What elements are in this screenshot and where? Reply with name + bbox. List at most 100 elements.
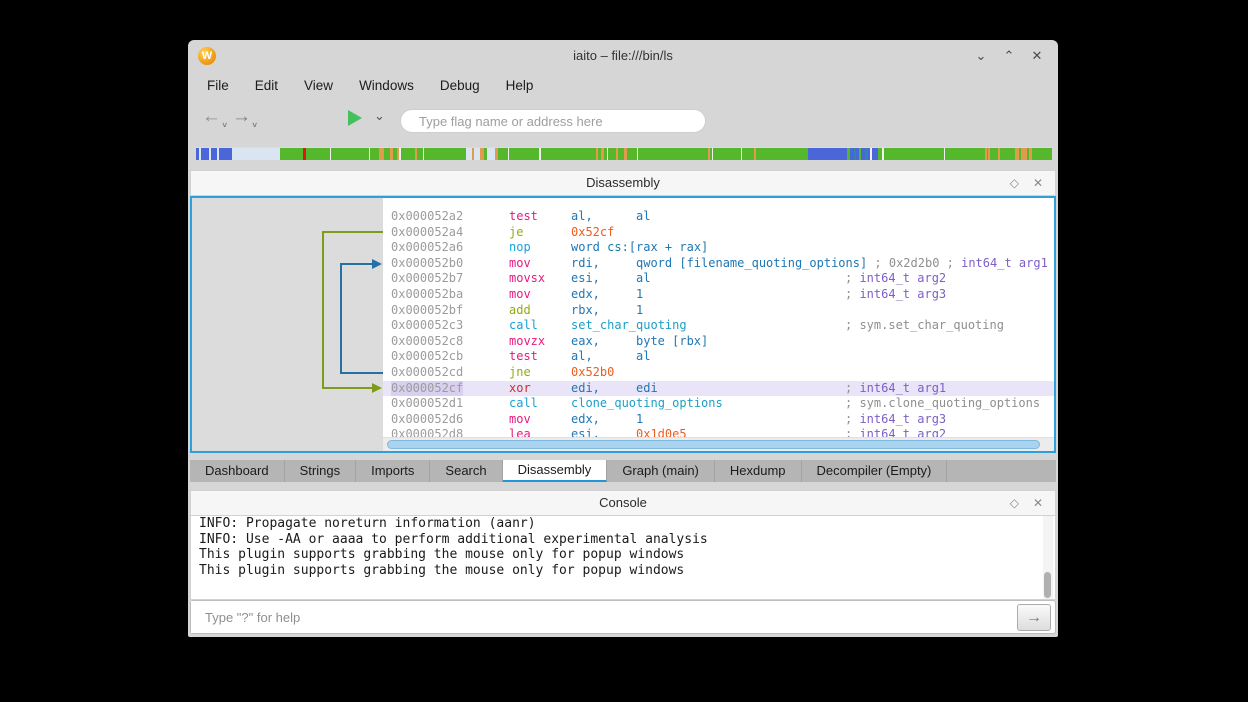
back-dropdown-icon: ˅ xyxy=(222,121,227,130)
asm-row[interactable]: 0x000052b0movrdi,qword [filename_quoting… xyxy=(383,256,1054,272)
send-command-button[interactable]: → xyxy=(1017,604,1051,631)
asm-row[interactable]: 0x000052c3callset_char_quoting; sym.set_… xyxy=(383,318,1054,334)
tab-hexdump[interactable]: Hexdump xyxy=(715,460,802,482)
asm-mnemonic: jne xyxy=(509,365,531,381)
disassembly-panel-header[interactable]: Disassembly ◇ ✕ xyxy=(190,170,1056,196)
scrollbar-thumb[interactable] xyxy=(1044,572,1051,598)
memory-map-segment xyxy=(280,148,303,160)
menu-item-view[interactable]: View xyxy=(291,72,346,100)
jump-arrow-graphic xyxy=(192,198,383,451)
maximize-button[interactable]: ⌃ xyxy=(1000,47,1018,65)
console-output[interactable]: INFO: Propagate noreturn information (aa… xyxy=(190,516,1056,600)
asm-row[interactable]: 0x000052bamovedx,1; int64_t arg3 xyxy=(383,287,1054,303)
asm-row[interactable]: 0x000052d1callclone_quoting_options; sym… xyxy=(383,396,1054,412)
scrollbar-thumb[interactable] xyxy=(387,440,1040,449)
forward-arrow-icon: → xyxy=(232,106,251,127)
float-panel-icon[interactable]: ◇ xyxy=(1010,176,1019,190)
menu-item-edit[interactable]: Edit xyxy=(242,72,291,100)
asm-row[interactable]: 0x000052a2testal,al xyxy=(383,209,1054,225)
console-command-input[interactable] xyxy=(191,601,1011,633)
asm-operand-2: al xyxy=(636,209,650,225)
asm-operand-2: 1 xyxy=(636,303,643,319)
close-panel-icon[interactable]: ✕ xyxy=(1033,176,1043,190)
asm-row[interactable]: 0x000052b7movsxesi,al; int64_t arg2 xyxy=(383,271,1054,287)
tab-search[interactable]: Search xyxy=(430,460,502,482)
debug-run-button[interactable] xyxy=(348,110,362,126)
memory-map-segment xyxy=(219,148,232,160)
asm-operand-2: edi xyxy=(636,381,658,397)
memory-map-segment xyxy=(808,148,847,160)
memory-map-segment xyxy=(232,148,280,160)
close-panel-icon[interactable]: ✕ xyxy=(1033,496,1043,510)
asm-comment: ; sym.set_char_quoting xyxy=(845,318,1004,334)
asm-address: 0x000052a2 xyxy=(391,209,463,225)
memory-map-segment xyxy=(945,148,985,160)
tab-disassembly[interactable]: Disassembly xyxy=(503,460,608,482)
jump-arrow-pane xyxy=(192,198,383,451)
asm-mnemonic: je xyxy=(509,225,523,241)
memory-map-segment xyxy=(201,148,209,160)
disassembly-listing[interactable]: 0x000052a2testal,al0x000052a4je0x52cf0x0… xyxy=(383,198,1054,451)
app-window: W iaito – file:///bin/ls ⌄ ⌃ ✕ File Edit… xyxy=(188,40,1058,637)
asm-row[interactable]: 0x000052cd jne 0x52b0 xyxy=(383,365,1054,381)
asm-operand-2: qword [filename_quoting_options] ; 0x2d2… xyxy=(636,256,1048,272)
horizontal-scrollbar[interactable] xyxy=(383,437,1054,451)
tab-dashboard[interactable]: Dashboard xyxy=(190,460,285,482)
asm-row[interactable]: 0x000052d6movedx,1; int64_t arg3 xyxy=(383,412,1054,428)
asm-row[interactable]: 0x000052d8leaesi,0x1d0e5; int64_t arg2 xyxy=(383,427,1054,437)
menu-item-file[interactable]: File xyxy=(194,72,242,100)
titlebar[interactable]: W iaito – file:///bin/ls ⌄ ⌃ ✕ xyxy=(188,40,1058,72)
asm-operand-1: set_char_quoting xyxy=(571,318,687,334)
minimize-button[interactable]: ⌄ xyxy=(972,47,990,65)
forward-button[interactable]: → ˅ xyxy=(232,106,251,128)
asm-operand-1: eax, xyxy=(571,334,600,350)
memory-map-segment xyxy=(487,148,495,160)
run-dropdown-chevron-icon[interactable]: ⌄ xyxy=(374,108,385,124)
asm-mnemonic: mov xyxy=(509,256,531,272)
asm-row[interactable]: 0x000052c8movzxeax,byte [rbx] xyxy=(383,334,1054,350)
asm-address: 0x000052d8 xyxy=(391,427,463,437)
console-line: INFO: Propagate noreturn information (aa… xyxy=(191,516,1055,532)
memory-map-segment xyxy=(541,148,596,160)
memory-map-segment xyxy=(1032,148,1052,160)
menu-item-debug[interactable]: Debug xyxy=(427,72,493,100)
asm-operand-1: esi, xyxy=(571,427,600,437)
console-panel-header[interactable]: Console ◇ ✕ xyxy=(190,490,1056,516)
tab-decompiler[interactable]: Decompiler (Empty) xyxy=(802,460,948,482)
float-panel-icon[interactable]: ◇ xyxy=(1010,496,1019,510)
memory-map-segment xyxy=(331,148,369,160)
memory-map-segment xyxy=(990,148,998,160)
asm-address: 0x000052cd xyxy=(391,365,463,381)
asm-operand-1: rbx, xyxy=(571,303,600,319)
asm-mnemonic: mov xyxy=(509,287,531,303)
asm-mnemonic: call xyxy=(509,396,538,412)
asm-operand-2: al xyxy=(636,349,650,365)
asm-operand-1: edx, xyxy=(571,287,600,303)
memory-map-segment xyxy=(1000,148,1015,160)
asm-address: 0x000052a6 xyxy=(391,240,463,256)
asm-row[interactable]: 0x000052cfxoredi,edi; int64_t arg1 xyxy=(383,381,1054,397)
asm-mnemonic: movzx xyxy=(509,334,545,350)
asm-row[interactable]: 0x000052cbtestal,al xyxy=(383,349,1054,365)
tab-imports[interactable]: Imports xyxy=(356,460,430,482)
memory-map-segment xyxy=(370,148,379,160)
asm-row[interactable]: 0x000052bfaddrbx,1 xyxy=(383,303,1054,319)
back-button[interactable]: ← ˅ xyxy=(202,106,221,128)
asm-row[interactable]: 0x000052a4je0x52cf xyxy=(383,225,1054,241)
tab-graph-main[interactable]: Graph (main) xyxy=(607,460,715,482)
close-button[interactable]: ✕ xyxy=(1028,47,1046,65)
asm-operand-1: 0x52b0 xyxy=(571,365,614,381)
asm-mnemonic: lea xyxy=(509,427,531,437)
asm-comment: ; int64_t arg2 xyxy=(845,427,946,437)
asm-address: 0x000052cb xyxy=(391,349,463,365)
asm-row[interactable]: 0x000052a6nopword cs:[rax + rax] xyxy=(383,240,1054,256)
forward-dropdown-icon: ˅ xyxy=(252,121,257,130)
flag-search-input[interactable] xyxy=(400,109,706,133)
tab-strings[interactable]: Strings xyxy=(285,460,356,482)
asm-operand-1: word cs:[rax + rax] xyxy=(571,240,708,256)
asm-address: 0x000052b0 xyxy=(391,256,463,272)
vertical-scrollbar[interactable] xyxy=(1043,516,1053,600)
menu-item-windows[interactable]: Windows xyxy=(346,72,427,100)
memory-map-seekbar[interactable] xyxy=(196,147,1052,160)
menu-item-help[interactable]: Help xyxy=(493,72,547,100)
